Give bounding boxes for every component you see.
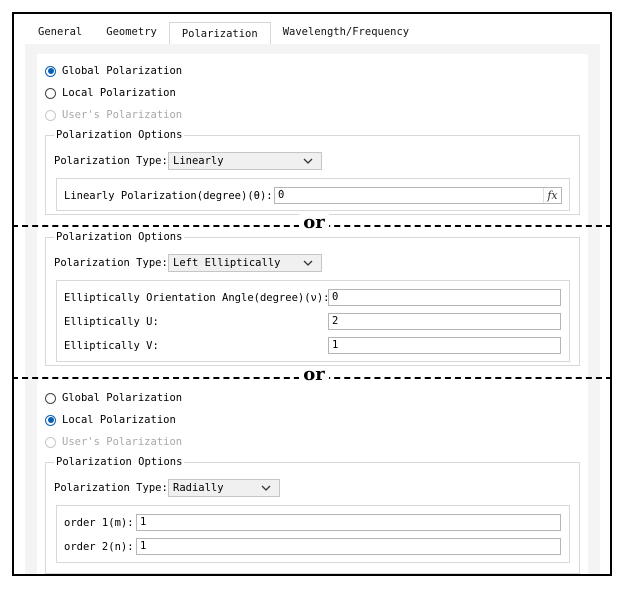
radio-disabled-icon	[45, 109, 56, 121]
input-value: 1	[140, 516, 147, 528]
input-value: 1	[140, 540, 147, 552]
group-title: Polarization Options	[54, 128, 185, 142]
radio-label: Global Polarization	[62, 65, 183, 77]
tab-geometry[interactable]: Geometry	[94, 22, 169, 42]
tab-polarization[interactable]: Polarization	[168, 22, 271, 45]
elliptically-v-input[interactable]: 1	[328, 337, 561, 354]
group-title: Polarization Options	[54, 455, 185, 469]
polarization-type-select[interactable]: Linearly	[168, 152, 322, 170]
radio-global-polarization[interactable]: Global Polarization	[45, 392, 182, 404]
or-label: or	[299, 214, 329, 234]
tab-bar: General Geometry Polarization Wavelength…	[26, 22, 421, 45]
radio-label: Global Polarization	[62, 392, 183, 404]
radio-local-polarization[interactable]: Local Polarization	[45, 414, 176, 426]
input-value: 1	[332, 339, 339, 351]
order-1-input[interactable]: 1	[136, 514, 561, 531]
select-value: Radially	[173, 482, 224, 494]
elliptically-u-input[interactable]: 2	[328, 313, 561, 330]
or-label: or	[299, 366, 329, 386]
polarization-type-label: Polarization Type:	[54, 257, 168, 269]
radio-disabled-icon	[45, 436, 56, 448]
radio-label: User's Polarization	[62, 436, 183, 448]
radio-unselected-icon	[45, 392, 56, 404]
polarization-type-label: Polarization Type:	[54, 155, 168, 167]
orientation-angle-label: Elliptically Orientation Angle(degree)(ν…	[64, 292, 330, 304]
function-fx-icon[interactable]: fx	[543, 188, 561, 203]
elliptically-u-label: Elliptically U:	[64, 316, 159, 328]
tab-general[interactable]: General	[26, 22, 94, 42]
polarization-type-label: Polarization Type:	[54, 482, 168, 494]
order-2-label: order 2(n):	[64, 541, 134, 553]
input-value: 0	[278, 189, 285, 201]
select-value: Left Elliptically	[173, 257, 281, 269]
polarization-type-select[interactable]: Radially	[168, 479, 280, 497]
chevron-down-icon	[303, 260, 313, 266]
order-2-input[interactable]: 1	[136, 538, 561, 555]
radio-label: Local Polarization	[62, 414, 176, 426]
input-value: 0	[332, 291, 339, 303]
radio-label: User's Polarization	[62, 109, 183, 121]
elliptically-v-label: Elliptically V:	[64, 340, 159, 352]
tab-wavelength-frequency[interactable]: Wavelength/Frequency	[271, 22, 421, 42]
radio-users-polarization: User's Polarization	[45, 109, 182, 121]
group-title: Polarization Options	[54, 230, 185, 244]
radio-local-polarization[interactable]: Local Polarization	[45, 87, 176, 99]
select-value: Linearly	[173, 155, 224, 167]
radio-unselected-icon	[45, 87, 56, 99]
orientation-angle-input[interactable]: 0	[328, 289, 561, 306]
polarization-type-select[interactable]: Left Elliptically	[168, 254, 322, 272]
radio-selected-icon	[45, 65, 56, 77]
chevron-down-icon	[261, 485, 271, 491]
order-1-label: order 1(m):	[64, 517, 134, 529]
radio-label: Local Polarization	[62, 87, 176, 99]
chevron-down-icon	[303, 158, 313, 164]
input-value: 2	[332, 315, 339, 327]
radio-selected-icon	[45, 414, 56, 426]
radio-users-polarization: User's Polarization	[45, 436, 182, 448]
linear-angle-label: Linearly Polarization(degree)(θ):	[64, 190, 273, 202]
radio-global-polarization[interactable]: Global Polarization	[45, 65, 182, 77]
linear-angle-input[interactable]: 0 fx	[274, 187, 562, 204]
